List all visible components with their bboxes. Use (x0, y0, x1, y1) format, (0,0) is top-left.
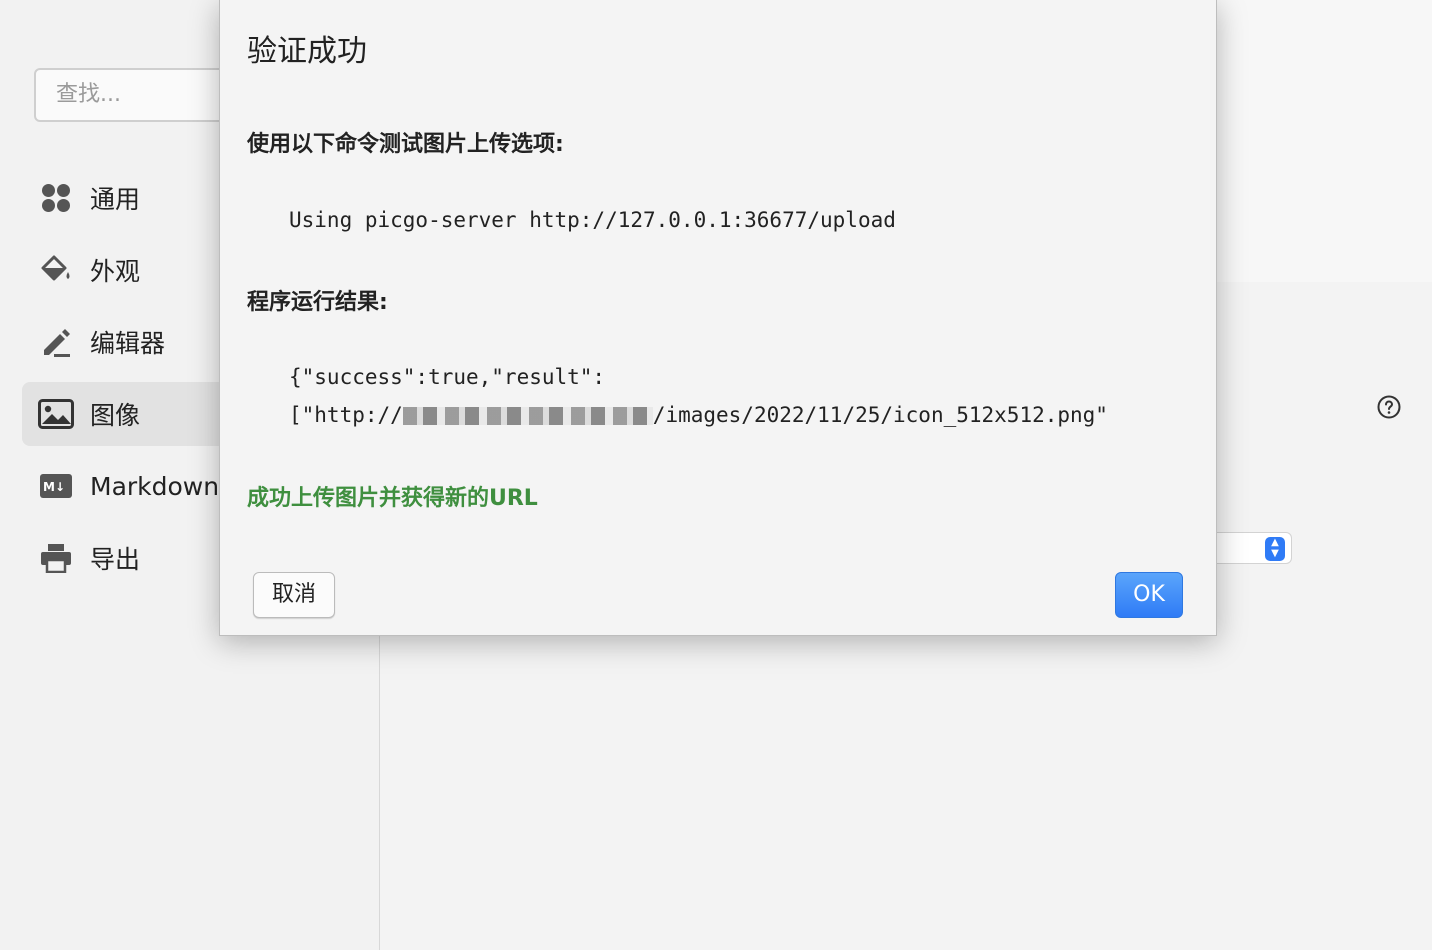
result-heading: 程序运行结果: (247, 290, 388, 315)
command-heading: 使用以下命令测试图片上传选项: (247, 132, 564, 157)
command-text: Using picgo-server http://127.0.0.1:3667… (289, 208, 896, 232)
sidebar-item-label: 导出 (90, 545, 141, 574)
result-url-suffix: /images/2022/11/25/icon_512x512.png" (652, 403, 1108, 427)
uploader-select[interactable]: ▲ ▼ (1216, 532, 1292, 564)
sidebar-item-label: 外观 (90, 257, 141, 286)
pencil-icon (38, 324, 74, 360)
select-arrows-icon: ▲ ▼ (1265, 537, 1285, 561)
grid-icon (38, 180, 74, 216)
markdown-icon: M↓ (38, 468, 74, 504)
paint-bucket-icon (38, 252, 74, 288)
verification-dialog: 验证成功 使用以下命令测试图片上传选项: Using picgo-server … (219, 0, 1217, 636)
dialog-title: 验证成功 (247, 34, 367, 69)
sidebar-item-label: 图像 (90, 401, 141, 430)
help-icon[interactable] (1377, 395, 1401, 419)
result-line-2: ["http:// /images/2022/11/25/icon_512x512… (289, 403, 1108, 427)
ok-button[interactable]: OK (1115, 572, 1183, 618)
image-icon (38, 396, 74, 432)
sidebar-item-label: Markdown (90, 471, 220, 501)
svg-text:M↓: M↓ (43, 480, 65, 494)
printer-icon (38, 540, 74, 576)
sidebar-item-label: 通用 (90, 185, 141, 214)
result-line-1: {"success":true,"result": (289, 365, 606, 389)
redacted-host (402, 407, 653, 425)
success-message: 成功上传图片并获得新的URL (247, 486, 538, 511)
sidebar-item-label: 编辑器 (90, 329, 166, 358)
result-url-prefix: ["http:// (289, 403, 403, 427)
cancel-button[interactable]: 取消 (253, 572, 335, 618)
